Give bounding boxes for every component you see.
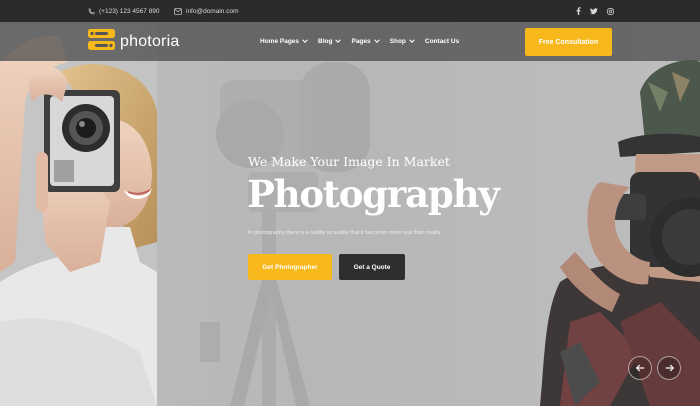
phone-icon [88,8,95,15]
hero-title: Photography [247,172,500,216]
slider-prev-button[interactable] [628,356,652,380]
nav-item-shop[interactable]: Shop [390,38,415,45]
logo-icon [88,28,115,55]
email-address: info@domain.com [186,7,239,15]
facebook-icon[interactable] [576,7,581,15]
arrow-right-icon [665,359,674,377]
nav-item-label: Contact Us [424,38,460,45]
chevron-down-icon [335,38,342,45]
top-bar: (+123) 123 4567 890 info@domain.com [0,0,700,22]
nav-item-label: Blog [318,38,333,45]
site-header: photoria Home Pages Blog Pages Shop Cont… [0,22,700,61]
get-photographer-button[interactable]: Get Photographer [248,254,332,280]
nav-item-label: Home Pages [260,38,300,45]
logo-text: photoria [120,32,180,50]
main-nav: Home Pages Blog Pages Shop Contact Us [260,22,459,61]
slider-next-button[interactable] [657,356,681,380]
get-a-quote-button[interactable]: Get a Quote [339,254,405,280]
nav-item-label: Pages [351,38,371,45]
chevron-down-icon [373,38,380,45]
free-consultation-button[interactable]: Free Consultation [525,28,612,56]
instagram-icon[interactable] [607,7,614,15]
nav-item-blog[interactable]: Blog [318,38,342,45]
mail-icon [174,7,182,15]
hero-subtitle: We Make Your Image In Market [248,154,450,169]
arrow-left-icon [635,359,645,377]
nav-item-pages[interactable]: Pages [351,38,380,45]
nav-item-home-pages[interactable]: Home Pages [260,38,308,45]
chevron-down-icon [302,38,308,45]
twitter-icon[interactable] [590,7,598,15]
nav-item-label: Shop [389,38,406,45]
phone-contact[interactable]: (+123) 123 4567 890 [88,0,160,22]
social-links [576,0,614,22]
site-logo[interactable]: photoria [88,28,180,55]
nav-item-contact-us[interactable]: Contact Us [425,38,459,45]
hero-tagline: In photography there is a reality so sub… [248,230,441,236]
chevron-down-icon [409,38,415,45]
email-contact[interactable]: info@domain.com [174,0,238,22]
phone-number: (+123) 123 4567 890 [99,7,160,15]
